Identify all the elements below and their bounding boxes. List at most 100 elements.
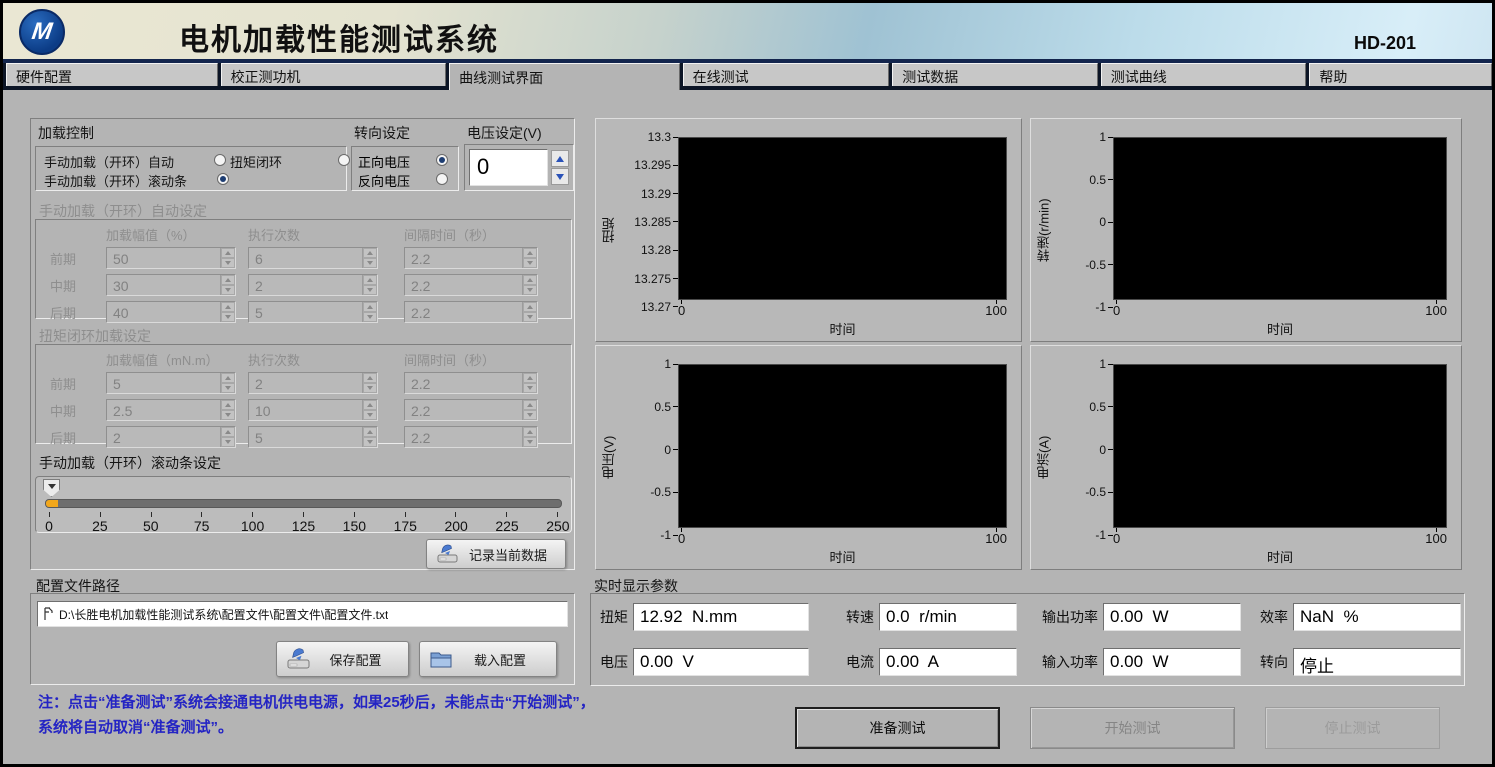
voltage-setting-title: 电压设定(V) bbox=[467, 123, 542, 143]
numeric-field[interactable]: 2 bbox=[248, 274, 378, 296]
row-label: 后期 bbox=[50, 428, 106, 447]
y-axis-ticks: 1 0.5 0 -0.5 -1 bbox=[1057, 119, 1113, 341]
spinner[interactable] bbox=[220, 400, 235, 420]
tab-online-test[interactable]: 在线测试 bbox=[683, 63, 890, 86]
spinner[interactable] bbox=[522, 400, 537, 420]
spinner[interactable] bbox=[522, 248, 537, 268]
start-test-button[interactable]: 开始测试 bbox=[1030, 707, 1235, 749]
numeric-field[interactable]: 2.2 bbox=[404, 274, 538, 296]
numeric-field[interactable]: 2.2 bbox=[404, 372, 538, 394]
spinner[interactable] bbox=[220, 275, 235, 295]
radio-torque-loop[interactable] bbox=[338, 154, 350, 166]
voltage-input[interactable]: 0 bbox=[469, 149, 548, 186]
voltage-spinner bbox=[551, 149, 569, 186]
tab-hardware-config[interactable]: 硬件配置 bbox=[6, 63, 218, 86]
load-mode-group: 手动加载（开环）自动 扭矩闭环 手动加载（开环）滚动条 bbox=[35, 146, 347, 191]
spinner[interactable] bbox=[522, 275, 537, 295]
numeric-field[interactable]: 40 bbox=[106, 301, 236, 323]
x-tick: 100 bbox=[985, 300, 1007, 318]
table-row: 前期 50 6 2.2 bbox=[50, 247, 571, 269]
tab-test-curve[interactable]: 测试曲线 bbox=[1101, 63, 1307, 86]
prepare-test-button[interactable]: 准备测试 bbox=[795, 707, 1000, 749]
numeric-field[interactable]: 30 bbox=[106, 274, 236, 296]
spin-down-button[interactable] bbox=[551, 168, 569, 185]
plot-area[interactable] bbox=[1113, 364, 1447, 528]
tab-curve-test[interactable]: 曲线测试界面 bbox=[449, 63, 680, 90]
numeric-field[interactable]: 2.2 bbox=[404, 426, 538, 448]
field-value: 40 bbox=[107, 302, 220, 322]
app-title: 电机加载性能测试系统 bbox=[179, 15, 499, 59]
plot-area[interactable] bbox=[1113, 137, 1447, 300]
numeric-field[interactable]: 5 bbox=[106, 372, 236, 394]
spinner[interactable] bbox=[220, 302, 235, 322]
spinner[interactable] bbox=[362, 302, 377, 322]
x-axis-ticks: 0 100 bbox=[678, 300, 1007, 318]
x-tick: 0 bbox=[1113, 528, 1120, 546]
spinner[interactable] bbox=[362, 248, 377, 268]
spinner[interactable] bbox=[362, 427, 377, 447]
spinner[interactable] bbox=[220, 248, 235, 268]
numeric-field[interactable]: 5 bbox=[248, 426, 378, 448]
manual-auto-table: 加载幅值（%） 执行次数 间隔时间（秒） 前期 50 6 2.2 中期 30 2… bbox=[35, 219, 572, 319]
load-config-button[interactable]: 载入配置 bbox=[419, 641, 557, 677]
plot-area[interactable] bbox=[678, 137, 1007, 300]
spinner[interactable] bbox=[522, 302, 537, 322]
spinner[interactable] bbox=[362, 400, 377, 420]
chart-main: 0 100 时间 bbox=[1113, 119, 1461, 341]
stop-test-button[interactable]: 停止测试 bbox=[1265, 707, 1440, 749]
radio-forward-voltage[interactable] bbox=[436, 154, 448, 166]
radio-manual-auto[interactable] bbox=[214, 154, 226, 166]
numeric-field[interactable]: 5 bbox=[248, 301, 378, 323]
tab-calibrate-dyno[interactable]: 校正测功机 bbox=[221, 63, 447, 86]
numeric-field[interactable]: 2.2 bbox=[404, 399, 538, 421]
numeric-field[interactable]: 2.2 bbox=[404, 247, 538, 269]
numeric-field[interactable]: 2 bbox=[248, 372, 378, 394]
radio-label-manual-auto: 手动加载（开环）自动 bbox=[44, 152, 174, 171]
spinner[interactable] bbox=[522, 373, 537, 393]
tab-test-data[interactable]: 测试数据 bbox=[892, 63, 1098, 86]
x-axis-ticks: 0 100 bbox=[678, 528, 1007, 546]
field-value: 30 bbox=[107, 275, 220, 295]
param-label-torque: 扭矩 bbox=[599, 607, 633, 627]
spinner[interactable] bbox=[362, 373, 377, 393]
spinner[interactable] bbox=[522, 427, 537, 447]
radio-manual-slider[interactable] bbox=[217, 173, 229, 185]
numeric-field[interactable]: 50 bbox=[106, 247, 236, 269]
record-data-button[interactable]: 记录当前数据 bbox=[426, 539, 566, 569]
voltage-setting-control: 0 bbox=[464, 144, 574, 191]
numeric-field[interactable]: 2.2 bbox=[404, 301, 538, 323]
table-row: 后期 40 5 2.2 bbox=[50, 301, 571, 323]
field-value: 5 bbox=[107, 373, 220, 393]
path-icon bbox=[43, 607, 54, 621]
param-value-output-power: 0.00 W bbox=[1103, 603, 1241, 631]
chart-main: 0 100 时间 bbox=[1113, 346, 1461, 569]
numeric-field[interactable]: 2.5 bbox=[106, 399, 236, 421]
y-tick: 0 bbox=[1099, 216, 1113, 228]
slider-tick-labels: 0 25 50 75 100 125 150 175 200 225 250 bbox=[49, 518, 558, 534]
save-config-button[interactable]: 保存配置 bbox=[276, 641, 409, 677]
table-row: 前期 5 2 2.2 bbox=[50, 372, 571, 394]
tab-help[interactable]: 帮助 bbox=[1309, 63, 1492, 86]
param-value-input-power: 0.00 W bbox=[1103, 648, 1241, 676]
param-label-direction: 转向 bbox=[1241, 652, 1293, 672]
spinner[interactable] bbox=[220, 373, 235, 393]
y-tick: 0.5 bbox=[1089, 401, 1113, 413]
slider-handle[interactable] bbox=[43, 479, 60, 497]
col-count: 执行次数 bbox=[248, 350, 404, 369]
y-tick: 13.295 bbox=[634, 159, 678, 171]
x-axis-label: 时间 bbox=[678, 546, 1007, 569]
numeric-field[interactable]: 6 bbox=[248, 247, 378, 269]
config-path-field[interactable]: D:\长胜电机加载性能测试系统\配置文件\配置文件\配置文件.txt bbox=[37, 601, 568, 627]
numeric-field[interactable]: 2 bbox=[106, 426, 236, 448]
logo-letter: M bbox=[30, 18, 54, 46]
param-value-efficiency: NaN % bbox=[1293, 603, 1461, 631]
radio-label-manual-slider: 手动加载（开环）滚动条 bbox=[44, 171, 187, 190]
radio-label-torque-loop: 扭矩闭环 bbox=[230, 152, 282, 171]
slider-track[interactable] bbox=[45, 499, 562, 508]
radio-reverse-voltage[interactable] bbox=[436, 173, 448, 185]
spinner[interactable] bbox=[362, 275, 377, 295]
plot-area[interactable] bbox=[678, 364, 1007, 528]
numeric-field[interactable]: 10 bbox=[248, 399, 378, 421]
spin-up-button[interactable] bbox=[551, 150, 569, 167]
spinner[interactable] bbox=[220, 427, 235, 447]
